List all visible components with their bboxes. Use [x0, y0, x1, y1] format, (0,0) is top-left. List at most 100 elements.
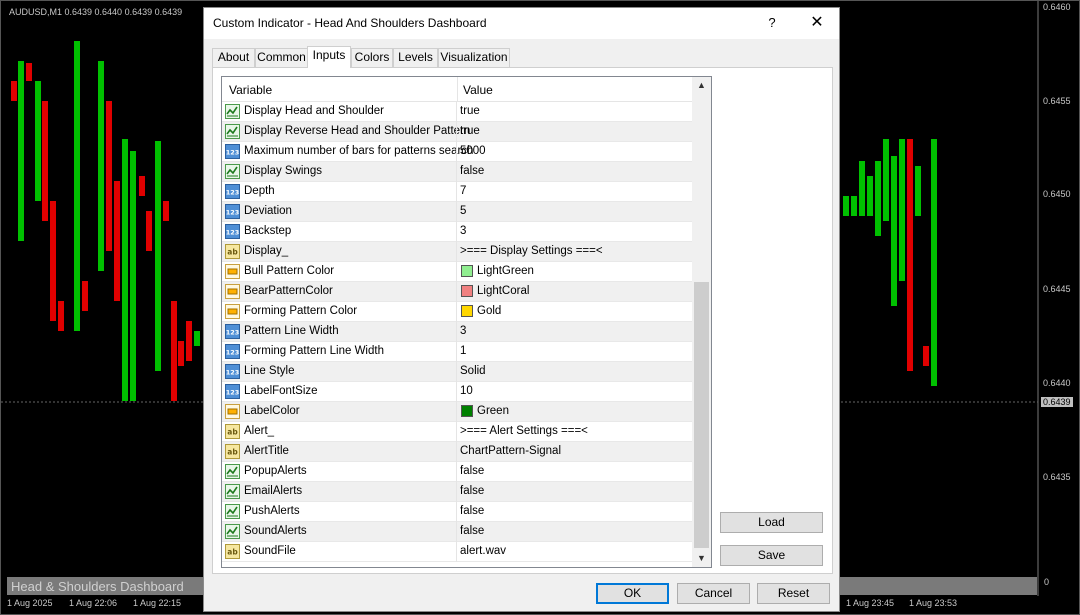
- tab-levels[interactable]: Levels: [393, 48, 438, 67]
- candle: [891, 156, 897, 306]
- variable-value[interactable]: >=== Alert Settings ===<: [460, 425, 588, 437]
- column-divider: [456, 322, 457, 342]
- column-divider: [456, 342, 457, 362]
- save-button[interactable]: Save: [720, 545, 823, 566]
- grid-scrollbar[interactable]: ▲ ▼: [692, 77, 711, 567]
- grid-row[interactable]: Forming Pattern Color Gold: [222, 302, 692, 322]
- string-icon: ab: [225, 544, 240, 559]
- column-divider: [456, 142, 457, 162]
- price-axis-label: 0.6455: [1043, 96, 1071, 106]
- grid-row[interactable]: ab SoundFile alert.wav: [222, 542, 692, 562]
- tab-inputs[interactable]: Inputs: [307, 46, 351, 68]
- grid-row[interactable]: 123 Pattern Line Width 3: [222, 322, 692, 342]
- column-header-variable[interactable]: Variable: [229, 83, 272, 97]
- grid-row[interactable]: 123 Line Style Solid: [222, 362, 692, 382]
- scrollbar-thumb[interactable]: [694, 282, 709, 548]
- variable-name: Forming Pattern Line Width: [244, 345, 384, 357]
- variable-value[interactable]: false: [460, 525, 484, 537]
- int-icon: 123: [225, 324, 240, 339]
- grid-row[interactable]: ab AlertTitle ChartPattern-Signal: [222, 442, 692, 462]
- scroll-up-arrow-icon[interactable]: ▲: [692, 77, 711, 94]
- tab-common[interactable]: Common: [255, 48, 308, 67]
- column-divider: [456, 442, 457, 462]
- grid-row[interactable]: 123 Deviation 5: [222, 202, 692, 222]
- candle: [11, 81, 17, 101]
- grid-row[interactable]: 123 LabelFontSize 10: [222, 382, 692, 402]
- column-divider: [456, 362, 457, 382]
- tab-colors[interactable]: Colors: [351, 48, 393, 67]
- variable-value[interactable]: 7: [460, 185, 466, 197]
- dialog-titlebar[interactable]: Custom Indicator - Head And Shoulders Da…: [204, 8, 839, 39]
- column-divider[interactable]: [457, 77, 458, 102]
- color-swatch[interactable]: [461, 265, 473, 277]
- grid-row[interactable]: EmailAlerts false: [222, 482, 692, 502]
- svg-text:ab: ab: [227, 428, 238, 437]
- variable-value[interactable]: false: [460, 165, 484, 177]
- grid-row[interactable]: Display Swings false: [222, 162, 692, 182]
- candle: [139, 176, 145, 196]
- candle: [194, 331, 200, 346]
- column-divider: [456, 182, 457, 202]
- variable-value[interactable]: false: [460, 485, 484, 497]
- grid-row[interactable]: Display Reverse Head and Shoulder Patter…: [222, 122, 692, 142]
- color-icon: [225, 304, 240, 319]
- candle: [114, 181, 120, 301]
- tab-about[interactable]: About: [212, 48, 255, 67]
- dialog-title: Custom Indicator - Head And Shoulders Da…: [213, 16, 487, 30]
- variable-value[interactable]: ChartPattern-Signal: [460, 445, 561, 457]
- grid-row[interactable]: 123 Forming Pattern Line Width 1: [222, 342, 692, 362]
- close-button[interactable]: ✕: [805, 13, 829, 33]
- candle: [899, 139, 905, 281]
- help-button[interactable]: ?: [762, 13, 782, 33]
- color-swatch[interactable]: [461, 405, 473, 417]
- variable-value[interactable]: alert.wav: [460, 545, 506, 557]
- variable-value[interactable]: true: [460, 105, 480, 117]
- grid-row[interactable]: PopupAlerts false: [222, 462, 692, 482]
- scroll-down-arrow-icon[interactable]: ▼: [692, 550, 711, 567]
- variable-value[interactable]: >=== Display Settings ===<: [460, 245, 603, 257]
- grid-row[interactable]: Bull Pattern Color LightGreen: [222, 262, 692, 282]
- grid-row[interactable]: ab Display_ >=== Display Settings ===<: [222, 242, 692, 262]
- candle: [58, 301, 64, 331]
- reset-button[interactable]: Reset: [757, 583, 830, 604]
- variable-value[interactable]: 3: [460, 325, 466, 337]
- color-swatch[interactable]: [461, 285, 473, 297]
- grid-row[interactable]: SoundAlerts false: [222, 522, 692, 542]
- svg-text:ab: ab: [227, 548, 238, 557]
- color-swatch[interactable]: [461, 305, 473, 317]
- column-divider: [456, 222, 457, 242]
- variable-name: PushAlerts: [244, 505, 300, 517]
- variable-value[interactable]: true: [460, 125, 480, 137]
- grid-row[interactable]: LabelColor Green: [222, 402, 692, 422]
- grid-row[interactable]: Display Head and Shoulder true: [222, 102, 692, 122]
- grid-row[interactable]: PushAlerts false: [222, 502, 692, 522]
- int-icon: 123: [225, 204, 240, 219]
- variable-value[interactable]: 3: [460, 225, 466, 237]
- variable-value[interactable]: Gold: [477, 305, 501, 317]
- variable-value[interactable]: 5000: [460, 145, 486, 157]
- variable-value[interactable]: 1: [460, 345, 466, 357]
- column-header-value[interactable]: Value: [463, 83, 493, 97]
- grid-row[interactable]: BearPatternColor LightCoral: [222, 282, 692, 302]
- ok-button[interactable]: OK: [596, 583, 669, 604]
- chart-symbol-label: AUDUSD,M1 0.6439 0.6440 0.6439 0.6439: [9, 7, 183, 17]
- variable-value[interactable]: false: [460, 505, 484, 517]
- grid-row[interactable]: 123 Backstep 3: [222, 222, 692, 242]
- cancel-button[interactable]: Cancel: [677, 583, 750, 604]
- load-button[interactable]: Load: [720, 512, 823, 533]
- variable-value[interactable]: LightCoral: [477, 285, 529, 297]
- tab-visualization[interactable]: Visualization: [438, 48, 510, 67]
- variable-value[interactable]: false: [460, 465, 484, 477]
- grid-row[interactable]: 123 Maximum number of bars for patterns s…: [222, 142, 692, 162]
- variable-value[interactable]: 10: [460, 385, 473, 397]
- candle: [106, 101, 112, 251]
- grid-row[interactable]: ab Alert_ >=== Alert Settings ===<: [222, 422, 692, 442]
- variable-value[interactable]: LightGreen: [477, 265, 534, 277]
- variable-name: EmailAlerts: [244, 485, 303, 497]
- variable-value[interactable]: Green: [477, 405, 509, 417]
- variable-value[interactable]: Solid: [460, 365, 486, 377]
- candle: [867, 176, 873, 216]
- variable-value[interactable]: 5: [460, 205, 466, 217]
- grid-row[interactable]: 123 Depth 7: [222, 182, 692, 202]
- column-divider: [456, 162, 457, 182]
